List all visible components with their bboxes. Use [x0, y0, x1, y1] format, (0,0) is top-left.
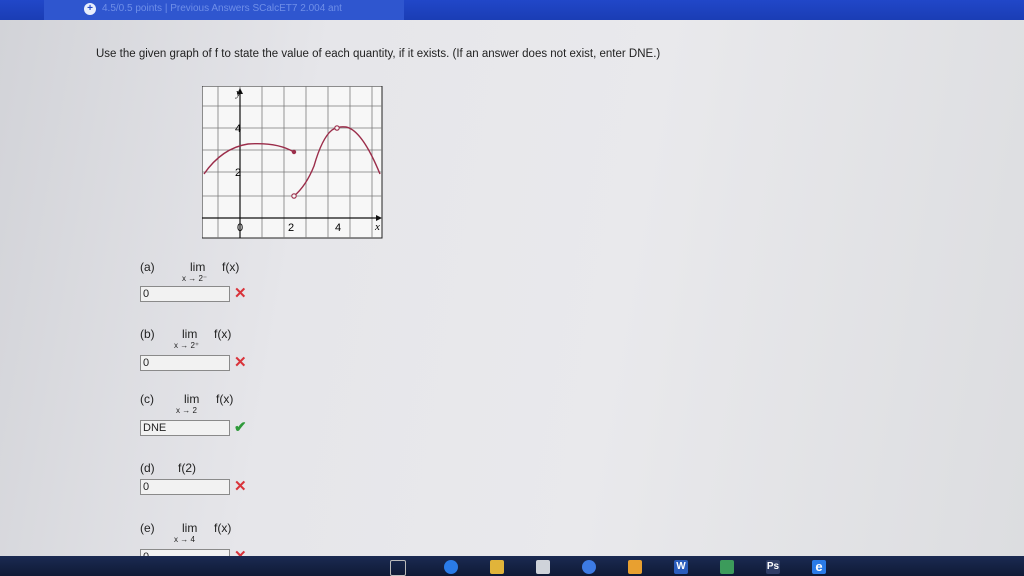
graph-frame [202, 86, 383, 239]
answer-input[interactable] [140, 286, 230, 302]
limit-operator: lim [182, 327, 198, 341]
y-tick-label-4: 4 [235, 123, 241, 135]
part-letter: (d) [140, 461, 155, 475]
x-axis-label: x [374, 221, 380, 233]
incorrect-x-icon: ✕ [234, 354, 247, 371]
function-expression: f(x) [216, 392, 234, 406]
open-point-peak [334, 125, 340, 131]
window-top-bar: + 4.5/0.5 points | Previous Answers SCal… [0, 0, 1024, 20]
incorrect-x-icon: ✕ [234, 478, 247, 495]
function-expression: f(2) [178, 461, 196, 475]
answer-input[interactable] [140, 479, 230, 495]
info-icon[interactable]: + [84, 3, 96, 15]
open-point-right [291, 193, 297, 199]
limit-subscript: x → 2 [176, 406, 197, 415]
incorrect-x-icon: ✕ [234, 285, 247, 302]
x-tick-label-4: 4 [335, 222, 341, 234]
function-expression: f(x) [214, 521, 232, 535]
green-app-icon[interactable] [720, 560, 734, 574]
y-tick-label-2: 2 [235, 167, 241, 179]
word-icon[interactable]: W [674, 560, 688, 574]
file-explorer-icon[interactable] [490, 560, 504, 574]
windows-taskbar: W Ps e [0, 556, 1024, 576]
chrome-icon[interactable] [444, 560, 458, 574]
task-view-icon[interactable] [390, 560, 406, 576]
part-letter: (e) [140, 521, 155, 535]
question-content: Use the given graph of f to state the va… [0, 20, 1024, 565]
y-axis-label: y [235, 87, 241, 99]
closed-point-left [291, 149, 297, 155]
limit-subscript: x → 2⁻ [182, 274, 208, 283]
limit-subscript: x → 4 [174, 535, 195, 544]
function-graph: y x 4 2 0 2 4 [202, 86, 383, 239]
part-letter: (c) [140, 392, 154, 406]
media-icon[interactable] [628, 560, 642, 574]
x-tick-label-2: 2 [288, 222, 294, 234]
settings-icon[interactable] [582, 560, 596, 574]
question-instruction: Use the given graph of f to state the va… [96, 48, 661, 60]
answer-input[interactable] [140, 355, 230, 371]
correct-check-icon: ✔ [234, 419, 247, 436]
edge-icon[interactable]: e [812, 560, 826, 574]
question-meta: 4.5/0.5 points | Previous Answers SCalcE… [102, 3, 342, 14]
limit-operator: lim [182, 521, 198, 535]
part-letter: (a) [140, 260, 155, 274]
store-icon[interactable] [536, 560, 550, 574]
part-letter: (b) [140, 327, 155, 341]
limit-operator: lim [184, 392, 200, 406]
photoshop-icon[interactable]: Ps [766, 560, 780, 574]
x-tick-label-0: 0 [237, 222, 243, 234]
limit-subscript: x → 2⁺ [174, 341, 200, 350]
answer-input[interactable] [140, 420, 230, 436]
function-expression: f(x) [222, 260, 240, 274]
function-expression: f(x) [214, 327, 232, 341]
limit-operator: lim [190, 260, 206, 274]
